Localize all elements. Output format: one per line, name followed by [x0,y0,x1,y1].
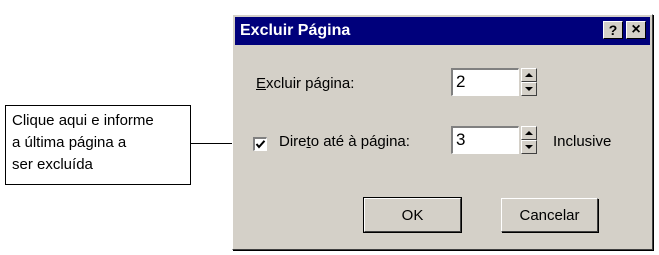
title-bar: Excluir Página ? × [235,17,650,45]
delete-page-spin-down[interactable] [521,82,537,96]
direct-to-page-label: Direto até à página: [279,133,410,150]
callout-line-3: ser excluída [12,156,93,173]
callout-line-1: Clique aqui e informe [12,112,154,129]
direct-to-page-spin-up[interactable] [521,126,537,140]
checkmark-icon [255,140,266,149]
direct-label-before: Dire [279,133,307,150]
direct-to-page-input[interactable]: 3 [451,126,519,154]
cancel-button-label: Cancelar [519,206,580,224]
arrow-up-icon [525,131,533,135]
callout-box: Clique aqui e informe a última página a … [5,105,191,185]
callout-line-2: a última página a [12,134,127,151]
delete-page-label-mnemonic: E [256,75,267,92]
direct-to-page-spinner [521,126,537,154]
cancel-button[interactable]: Cancelar [501,198,598,232]
help-icon: ? [608,22,618,38]
delete-page-spin-up[interactable] [521,68,537,82]
delete-page-label-rest: xcluir página: [266,75,355,92]
direct-to-page-spin-down[interactable] [521,140,537,154]
close-button[interactable]: × [626,21,646,39]
delete-page-input[interactable]: 2 [451,68,519,96]
ok-button[interactable]: OK [363,197,462,233]
delete-page-label: Excluir página: [256,75,354,92]
arrow-down-icon [525,145,533,149]
close-icon: × [631,21,641,38]
delete-page-spinner [521,68,537,96]
arrow-up-icon [525,73,533,77]
help-button[interactable]: ? [603,21,623,39]
ok-button-label: OK [401,206,424,224]
delete-page-value: 2 [456,72,466,91]
inclusive-label: Inclusive [553,133,612,150]
direct-to-page-checkbox[interactable] [253,137,267,151]
direct-to-page-value: 3 [456,130,466,149]
delete-page-dialog: Excluir Página ? × Excluir página: 2 Dir… [232,14,653,250]
dialog-title: Excluir Página [240,22,351,39]
direct-label-after: o até à página: [310,133,410,150]
arrow-down-icon [525,87,533,91]
